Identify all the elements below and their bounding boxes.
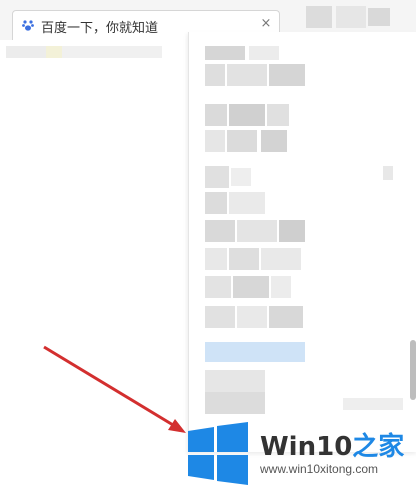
win10-watermark: Win10之家 www.win10xitong.com (186, 422, 416, 497)
brand-url: www.win10xitong.com (260, 462, 379, 476)
brand-prefix: Win10 (260, 432, 353, 462)
windows-logo-icon (188, 422, 248, 485)
brand-suffix: 之家 (352, 432, 405, 462)
brand-name: Win10之家 (260, 426, 404, 463)
